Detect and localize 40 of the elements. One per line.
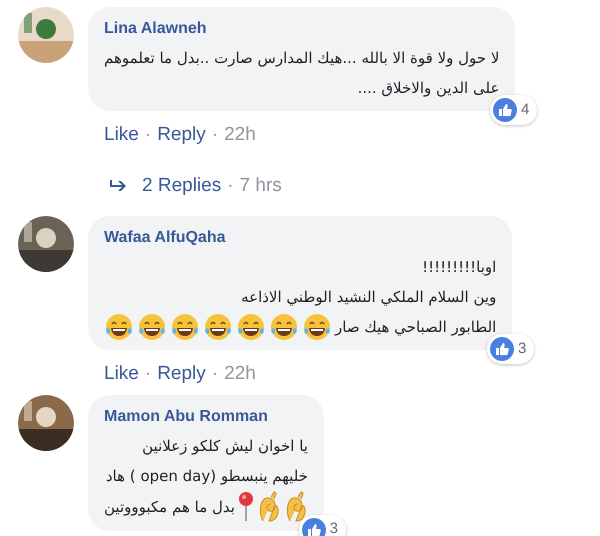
reaction-count: 3 xyxy=(330,519,338,536)
laughing-face-icon xyxy=(203,313,233,341)
reaction-count: 3 xyxy=(518,338,526,359)
comment-text: وين السلام الملكي النشيد الوطني الاذاعه xyxy=(241,287,496,308)
author-name[interactable]: Wafaa AlfuQaha xyxy=(104,226,226,250)
reaction-badge[interactable]: 4 xyxy=(490,95,538,125)
pin-icon xyxy=(238,490,254,522)
like-link[interactable]: Like xyxy=(104,360,139,388)
comment-text: اوبا!!!!!!!!! xyxy=(422,257,496,278)
comment-text: لا حول ولا قوة الا بالله ...هيك المدارس صارت ..بدل ما تعلموهم xyxy=(104,48,500,69)
reply-arrow-icon xyxy=(110,178,128,193)
laughing-face-icon xyxy=(137,313,167,341)
comment-text: بدل ما هم مكبوووتين xyxy=(104,496,235,518)
reaction-badge[interactable]: 3 xyxy=(298,514,346,536)
like-link[interactable]: Like xyxy=(104,121,139,150)
laughing-face-icon xyxy=(302,313,332,341)
laughing-face-icon xyxy=(236,313,266,341)
comment-text: يا اخوان ليش كلكو زعلانين xyxy=(142,436,308,457)
laughing-face-icon xyxy=(104,313,134,341)
reaction-count: 4 xyxy=(521,100,530,120)
comment-text: خليهم ينبسطو (open day ) هاد xyxy=(106,466,308,487)
like-icon xyxy=(493,98,518,122)
laughing-face-icon xyxy=(269,313,299,341)
separator-dot: · xyxy=(212,362,218,386)
like-icon xyxy=(490,337,514,361)
reply-link[interactable]: Reply xyxy=(157,121,206,150)
like-icon xyxy=(302,518,326,536)
reply-link[interactable]: Reply xyxy=(157,360,206,388)
separator-dot: · xyxy=(212,123,218,147)
separator-dot: · xyxy=(144,123,152,147)
comment-time: 22h xyxy=(224,362,256,386)
reaction-badge[interactable]: 3 xyxy=(487,334,534,364)
comment-time: 22h xyxy=(224,123,256,147)
laughing-face-icon xyxy=(170,313,200,341)
separator-dot: · xyxy=(144,362,152,386)
replies-link[interactable]: 2 Replies xyxy=(142,172,222,200)
separator-dot: · xyxy=(227,174,234,198)
author-name[interactable]: Mamon Abu Romman xyxy=(104,404,268,428)
author-name[interactable]: Lina Alawneh xyxy=(104,17,207,41)
replies-time: 7 hrs xyxy=(240,174,282,198)
